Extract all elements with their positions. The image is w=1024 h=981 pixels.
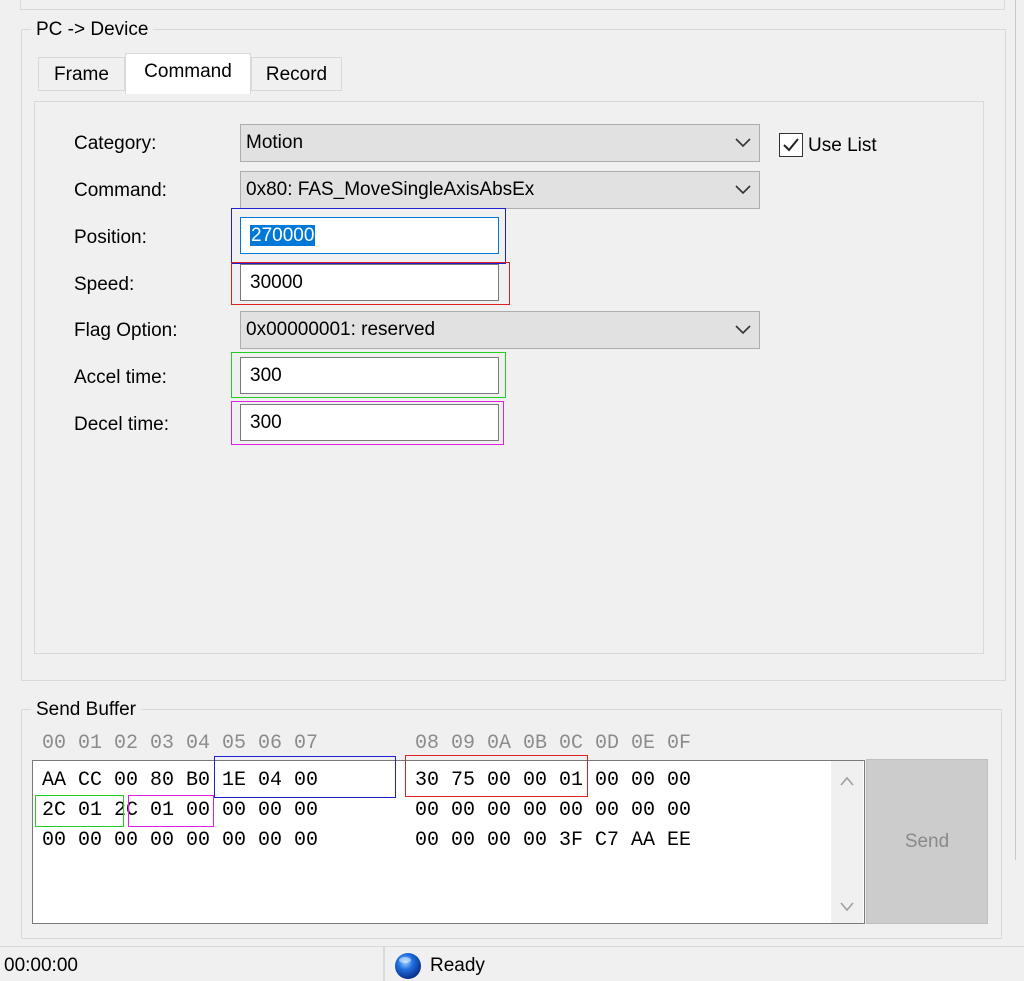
speed-label: Speed:: [74, 274, 135, 295]
chevron-down-icon: [735, 325, 751, 335]
status-text: Ready: [430, 955, 485, 976]
status-separator: [383, 947, 385, 981]
use-list-label: Use List: [808, 135, 877, 156]
category-label: Category:: [74, 133, 157, 154]
use-list-checkbox[interactable]: [779, 133, 803, 157]
chevron-down-icon: [735, 185, 751, 195]
command-dropdown[interactable]: 0x80: FAS_MoveSingleAxisAbsEx: [240, 171, 760, 209]
chevron-down-icon: [735, 138, 751, 148]
hex-position-highlight: [214, 756, 396, 798]
hex-decel-highlight: [128, 795, 214, 827]
hex-header-low: 00 01 02 03 04 05 06 07: [42, 732, 319, 755]
tab-frame[interactable]: Frame: [38, 57, 125, 91]
decel-time-input[interactable]: 300: [240, 404, 499, 441]
hex-accel-highlight: [35, 795, 124, 827]
category-value: Motion: [246, 132, 304, 153]
hex-scrollbar[interactable]: [831, 761, 863, 923]
command-value: 0x80: FAS_MoveSingleAxisAbsEx: [246, 179, 535, 200]
tab-record[interactable]: Record: [251, 57, 342, 91]
position-value: 270000: [250, 225, 316, 246]
hex-row: 00 00 00 00 3F C7 AA EE: [415, 829, 692, 852]
send-button[interactable]: Send: [866, 759, 988, 924]
flag-option-dropdown[interactable]: 0x00000001: reserved: [240, 311, 760, 349]
right-scroll-edge: [1015, 0, 1016, 860]
send-buffer-title: Send Buffer: [31, 699, 142, 721]
flag-option-label: Flag Option:: [74, 320, 178, 341]
pc-device-group-title: PC -> Device: [31, 19, 154, 41]
scroll-down-icon[interactable]: [831, 895, 863, 919]
flag-option-value: 0x00000001: reserved: [246, 319, 436, 340]
hex-row: 00 00 00 00 00 00 00 00: [42, 829, 319, 852]
command-label: Command:: [74, 180, 167, 201]
accel-time-label: Accel time:: [74, 367, 167, 388]
scroll-up-icon[interactable]: [831, 769, 863, 793]
position-label: Position:: [74, 227, 147, 248]
status-time: 00:00:00: [4, 955, 78, 976]
category-dropdown[interactable]: Motion: [240, 124, 760, 162]
blue-orb-icon: [395, 953, 421, 979]
accel-time-input[interactable]: 300: [240, 357, 499, 394]
decel-time-label: Decel time:: [74, 414, 170, 435]
tab-command[interactable]: Command: [125, 53, 251, 94]
checkmark-icon: [783, 138, 799, 152]
status-bar: [0, 946, 1024, 981]
speed-input[interactable]: 30000: [240, 264, 499, 301]
send-button-label: Send: [904, 831, 950, 852]
position-input[interactable]: 270000: [240, 217, 499, 254]
hex-speed-highlight: [405, 755, 588, 797]
top-panel-edge: [20, 0, 1005, 10]
hex-header-high: 08 09 0A 0B 0C 0D 0E 0F: [415, 732, 692, 755]
hex-row: 00 00 00 00 00 00 00 00: [415, 799, 692, 822]
